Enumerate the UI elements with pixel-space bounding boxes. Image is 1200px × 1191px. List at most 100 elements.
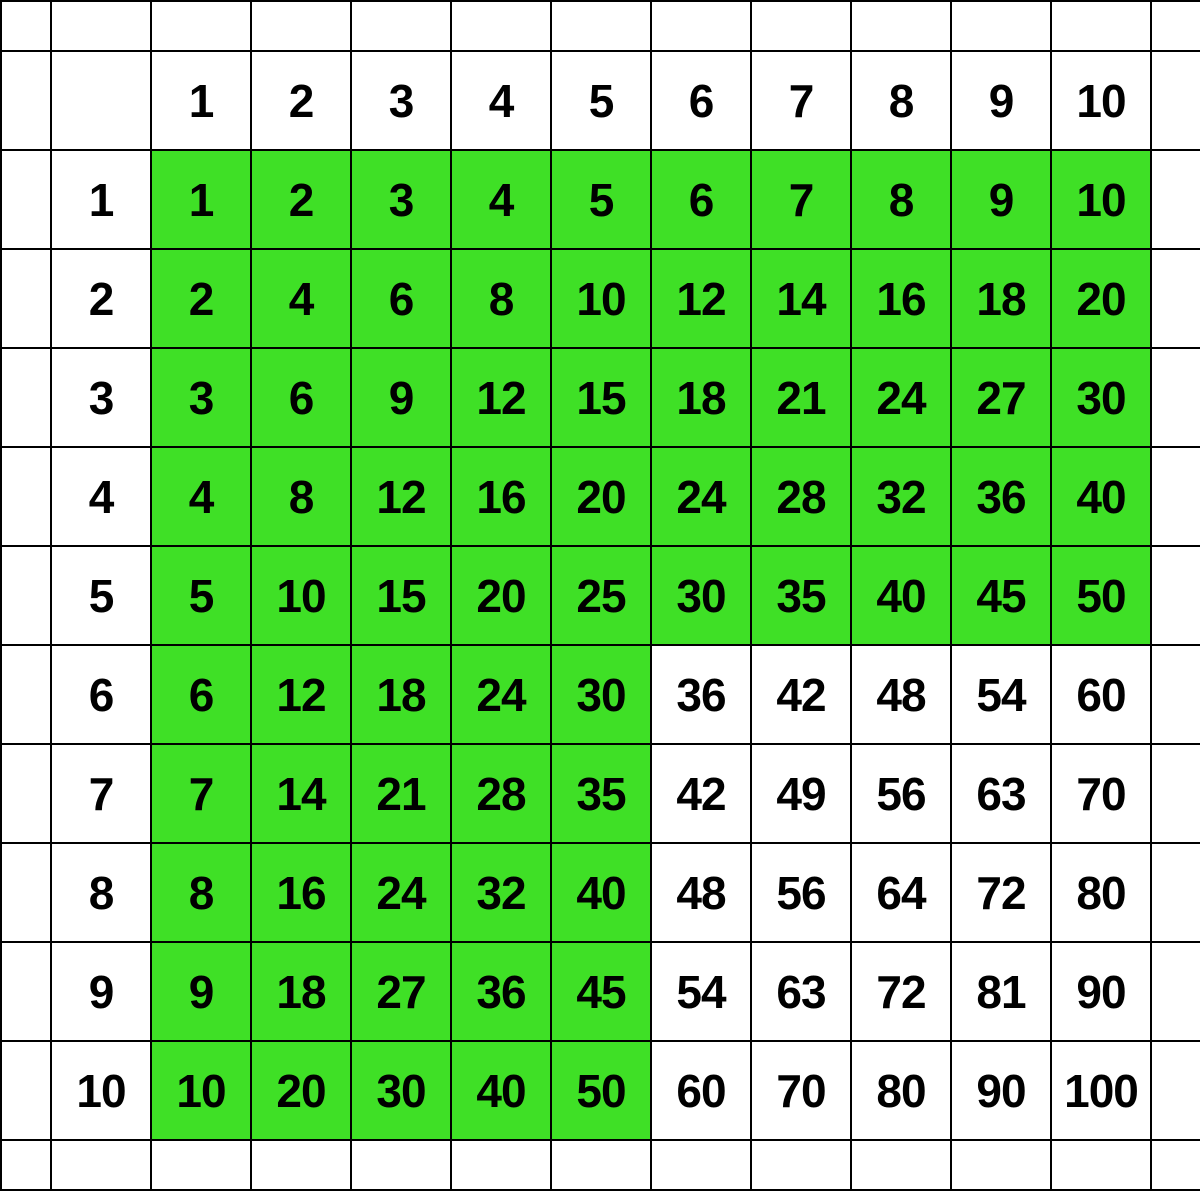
product-cell: 24 — [850, 347, 952, 448]
col-header: 4 — [450, 50, 552, 151]
row-header: 1 — [50, 149, 152, 250]
grid-cell — [1150, 0, 1200, 52]
product-cell: 63 — [750, 941, 852, 1042]
product-cell: 5 — [150, 545, 252, 646]
row-header: 4 — [50, 446, 152, 547]
product-cell: 48 — [650, 842, 752, 943]
grid-cell — [0, 446, 52, 547]
product-cell: 45 — [550, 941, 652, 1042]
grid-cell — [1150, 149, 1200, 250]
grid-cell — [450, 1139, 552, 1191]
grid-cell — [1150, 743, 1200, 844]
grid-cell — [0, 842, 52, 943]
product-cell: 30 — [650, 545, 752, 646]
grid-cell — [350, 0, 452, 52]
row-header: 6 — [50, 644, 152, 745]
product-cell: 18 — [350, 644, 452, 745]
product-cell: 70 — [750, 1040, 852, 1141]
product-cell: 14 — [750, 248, 852, 349]
product-cell: 6 — [350, 248, 452, 349]
product-cell: 10 — [1050, 149, 1152, 250]
product-cell: 36 — [450, 941, 552, 1042]
product-cell: 24 — [450, 644, 552, 745]
grid-cell — [850, 0, 952, 52]
grid-cell — [50, 1139, 152, 1191]
product-cell: 5 — [550, 149, 652, 250]
product-cell: 8 — [250, 446, 352, 547]
product-cell: 35 — [750, 545, 852, 646]
grid-cell — [1150, 644, 1200, 745]
product-cell: 60 — [650, 1040, 752, 1141]
product-cell: 18 — [250, 941, 352, 1042]
product-cell: 49 — [750, 743, 852, 844]
grid-cell — [50, 50, 152, 151]
product-cell: 6 — [650, 149, 752, 250]
grid-cell — [1050, 0, 1152, 52]
grid-cell — [250, 1139, 352, 1191]
product-cell: 70 — [1050, 743, 1152, 844]
row-header: 5 — [50, 545, 152, 646]
product-cell: 90 — [950, 1040, 1052, 1141]
product-cell: 12 — [450, 347, 552, 448]
product-cell: 21 — [750, 347, 852, 448]
product-cell: 36 — [650, 644, 752, 745]
product-cell: 72 — [950, 842, 1052, 943]
col-header: 3 — [350, 50, 452, 151]
product-cell: 60 — [1050, 644, 1152, 745]
grid-cell — [1150, 248, 1200, 349]
grid-cell — [150, 1139, 252, 1191]
product-cell: 18 — [650, 347, 752, 448]
row-header: 10 — [50, 1040, 152, 1141]
multiplication-table: 1234567891011234567891022468101214161820… — [0, 0, 1200, 1185]
product-cell: 2 — [250, 149, 352, 250]
product-cell: 36 — [950, 446, 1052, 547]
product-cell: 4 — [250, 248, 352, 349]
grid-cell — [0, 248, 52, 349]
grid-cell — [950, 1139, 1052, 1191]
product-cell: 15 — [550, 347, 652, 448]
product-cell: 45 — [950, 545, 1052, 646]
grid-cell — [0, 743, 52, 844]
product-cell: 27 — [350, 941, 452, 1042]
product-cell: 10 — [550, 248, 652, 349]
col-header: 1 — [150, 50, 252, 151]
product-cell: 80 — [1050, 842, 1152, 943]
grid-cell — [50, 0, 152, 52]
product-cell: 100 — [1050, 1040, 1152, 1141]
product-cell: 50 — [1050, 545, 1152, 646]
grid-cell — [1150, 941, 1200, 1042]
product-cell: 9 — [950, 149, 1052, 250]
grid-cell — [1150, 1040, 1200, 1141]
product-cell: 56 — [750, 842, 852, 943]
product-cell: 10 — [250, 545, 352, 646]
product-cell: 40 — [450, 1040, 552, 1141]
grid-cell — [1150, 50, 1200, 151]
product-cell: 14 — [250, 743, 352, 844]
product-cell: 4 — [150, 446, 252, 547]
product-cell: 12 — [250, 644, 352, 745]
product-cell: 16 — [850, 248, 952, 349]
product-cell: 90 — [1050, 941, 1152, 1042]
grid-cell — [750, 1139, 852, 1191]
grid-cell — [0, 50, 52, 151]
product-cell: 32 — [450, 842, 552, 943]
grid-cell — [1050, 1139, 1152, 1191]
col-header: 5 — [550, 50, 652, 151]
product-cell: 27 — [950, 347, 1052, 448]
product-cell: 4 — [450, 149, 552, 250]
product-cell: 9 — [350, 347, 452, 448]
product-cell: 54 — [950, 644, 1052, 745]
grid-cell — [0, 644, 52, 745]
product-cell: 6 — [150, 644, 252, 745]
grid-cell — [1150, 1139, 1200, 1191]
col-header: 6 — [650, 50, 752, 151]
product-cell: 54 — [650, 941, 752, 1042]
product-cell: 15 — [350, 545, 452, 646]
product-cell: 25 — [550, 545, 652, 646]
grid-cell — [0, 0, 52, 52]
grid-cell — [850, 1139, 952, 1191]
product-cell: 30 — [1050, 347, 1152, 448]
product-cell: 20 — [450, 545, 552, 646]
product-cell: 64 — [850, 842, 952, 943]
row-header: 8 — [50, 842, 152, 943]
